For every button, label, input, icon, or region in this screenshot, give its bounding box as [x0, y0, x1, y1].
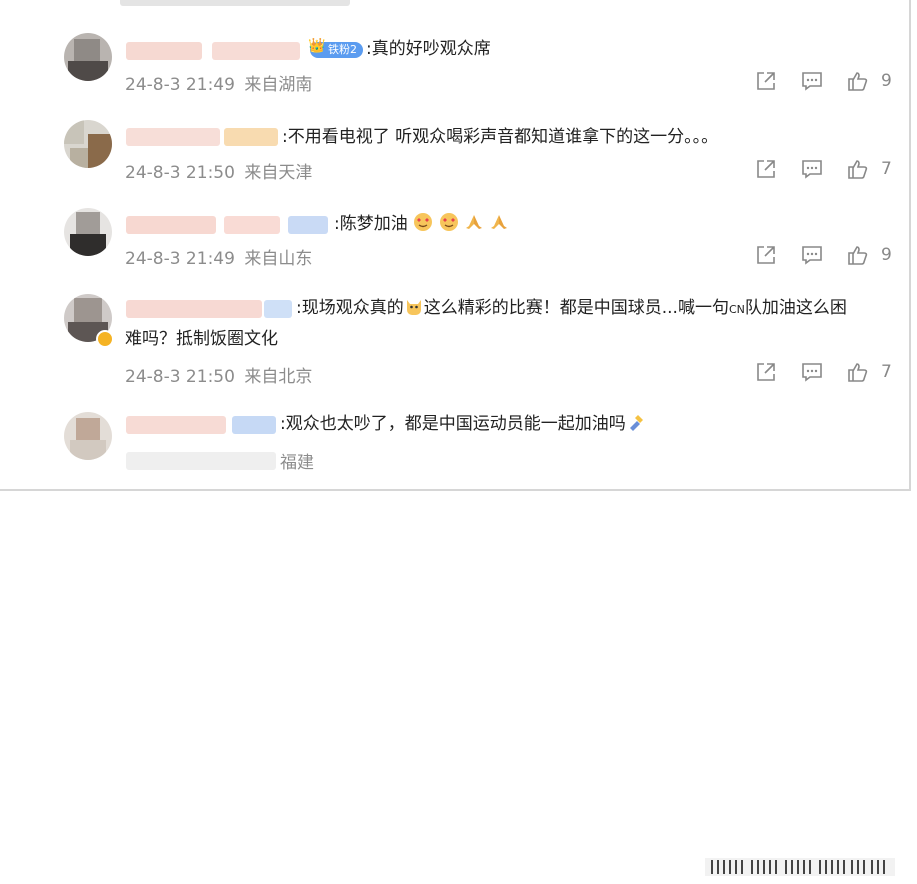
like-count: 9 — [881, 245, 892, 265]
praying-hands-icon — [464, 212, 484, 232]
username-badge — [288, 216, 328, 234]
username-badge — [232, 416, 276, 434]
heart-eyes-emoji-icon — [413, 212, 433, 232]
comment-icon[interactable] — [801, 158, 823, 180]
username-extra — [224, 216, 280, 234]
trophy-emoji-icon — [626, 412, 646, 432]
comment-time: 24-8-3 21:50 — [125, 163, 235, 183]
comment-text-body: :观众也太吵了，都是中国运动员能一起加油吗 — [280, 414, 626, 434]
comment-location: 来自山东 — [244, 249, 313, 269]
verified-icon — [96, 330, 114, 348]
comment-meta: 24-8-3 21:49 来自山东 — [125, 244, 312, 269]
like-count: 7 — [881, 159, 892, 179]
comment-location: 来自湖南 — [244, 75, 313, 95]
comment-text-line1: :现场观众真的 这么精彩的比赛！都是中国球员...喊一句CN队加油这么困 — [296, 294, 847, 324]
username-badge — [264, 300, 292, 318]
thumbs-up-icon[interactable] — [847, 361, 869, 383]
thumbs-up-icon[interactable] — [847, 70, 869, 92]
username-extra — [212, 42, 300, 60]
avatar[interactable] — [64, 208, 112, 256]
share-icon[interactable] — [755, 158, 777, 180]
heart-eyes-emoji-icon — [439, 212, 459, 232]
comment-icon[interactable] — [801, 244, 823, 266]
username[interactable] — [126, 300, 262, 318]
watermark-strip — [705, 854, 895, 880]
comment-text-body: :陈梦加油 — [334, 214, 408, 234]
previous-comment-edge — [120, 0, 350, 6]
cat-emoji-icon — [404, 296, 424, 316]
comment-item: 👑 铁粉2 :真的好吵观众席 24-8-3 21:49 来自湖南 9 — [0, 30, 909, 100]
username[interactable] — [126, 42, 202, 60]
avatar[interactable] — [64, 33, 112, 81]
like-count: 9 — [881, 71, 892, 91]
comment-location: 福建 — [280, 453, 314, 473]
like-count: 7 — [881, 362, 892, 382]
comment-icon[interactable] — [801, 70, 823, 92]
avatar[interactable] — [64, 120, 112, 168]
comment-item: :不用看电视了 听观众喝彩声音都知道谁拿下的这一分。。。 24-8-3 21:5… — [0, 112, 909, 187]
username-extra — [224, 128, 278, 146]
comment-text: :观众也太吵了，都是中国运动员能一起加油吗 — [280, 410, 646, 438]
share-icon[interactable] — [755, 70, 777, 92]
comment-text-part: 队加油这么困 — [744, 298, 847, 318]
comment-text-cn: CN — [728, 303, 745, 316]
comment-text-part: 这么精彩的比赛！都是中国球员...喊一句 — [423, 298, 729, 318]
comment-meta: 24-8-3 21:49 来自湖南 — [125, 70, 312, 95]
comment-text: :陈梦加油 — [334, 210, 509, 238]
thumbs-up-icon[interactable] — [847, 244, 869, 266]
crown-icon: 👑 — [308, 38, 326, 54]
comment-meta: 24-8-3 21:50 来自天津 — [125, 158, 312, 183]
comment-actions: 7 — [755, 361, 892, 383]
comment-item: :陈梦加油 24-8-3 21:49 来自山东 9 — [0, 200, 909, 272]
avatar[interactable] — [64, 412, 112, 460]
comment-meta: 24-8-3 21:50 来自北京 — [125, 362, 312, 387]
comment-actions: 9 — [755, 70, 892, 92]
comment-actions: 7 — [755, 158, 892, 180]
comment-time: 24-8-3 21:50 — [125, 367, 235, 387]
praying-hands-icon — [489, 212, 509, 232]
thumbs-up-icon[interactable] — [847, 158, 869, 180]
share-icon[interactable] — [755, 361, 777, 383]
comment-item: :现场观众真的 这么精彩的比赛！都是中国球员...喊一句CN队加油这么困 难吗？抵… — [0, 288, 909, 388]
comment-text-line2: 难吗？抵制饭圈文化 — [125, 329, 278, 349]
username[interactable] — [126, 128, 220, 146]
username[interactable] — [126, 216, 216, 234]
comment-actions: 9 — [755, 244, 892, 266]
share-icon[interactable] — [755, 244, 777, 266]
comment-icon[interactable] — [801, 361, 823, 383]
comment-time: 24-8-3 21:49 — [125, 75, 235, 95]
comment-location: 来自北京 — [244, 367, 313, 387]
username[interactable] — [126, 416, 226, 434]
comment-meta-blurred — [126, 452, 276, 470]
comment-text: :不用看电视了 听观众喝彩声音都知道谁拿下的这一分。。。 — [282, 127, 719, 147]
comment-item: :观众也太吵了，都是中国运动员能一起加油吗 福建 — [0, 402, 909, 876]
fan-badge[interactable]: 👑 铁粉2 — [308, 38, 363, 58]
comment-text-part: :现场观众真的 — [296, 298, 404, 318]
comment-location: 来自天津 — [244, 163, 313, 183]
comment-time: 24-8-3 21:49 — [125, 249, 235, 269]
comment-text: :真的好吵观众席 — [366, 39, 491, 59]
